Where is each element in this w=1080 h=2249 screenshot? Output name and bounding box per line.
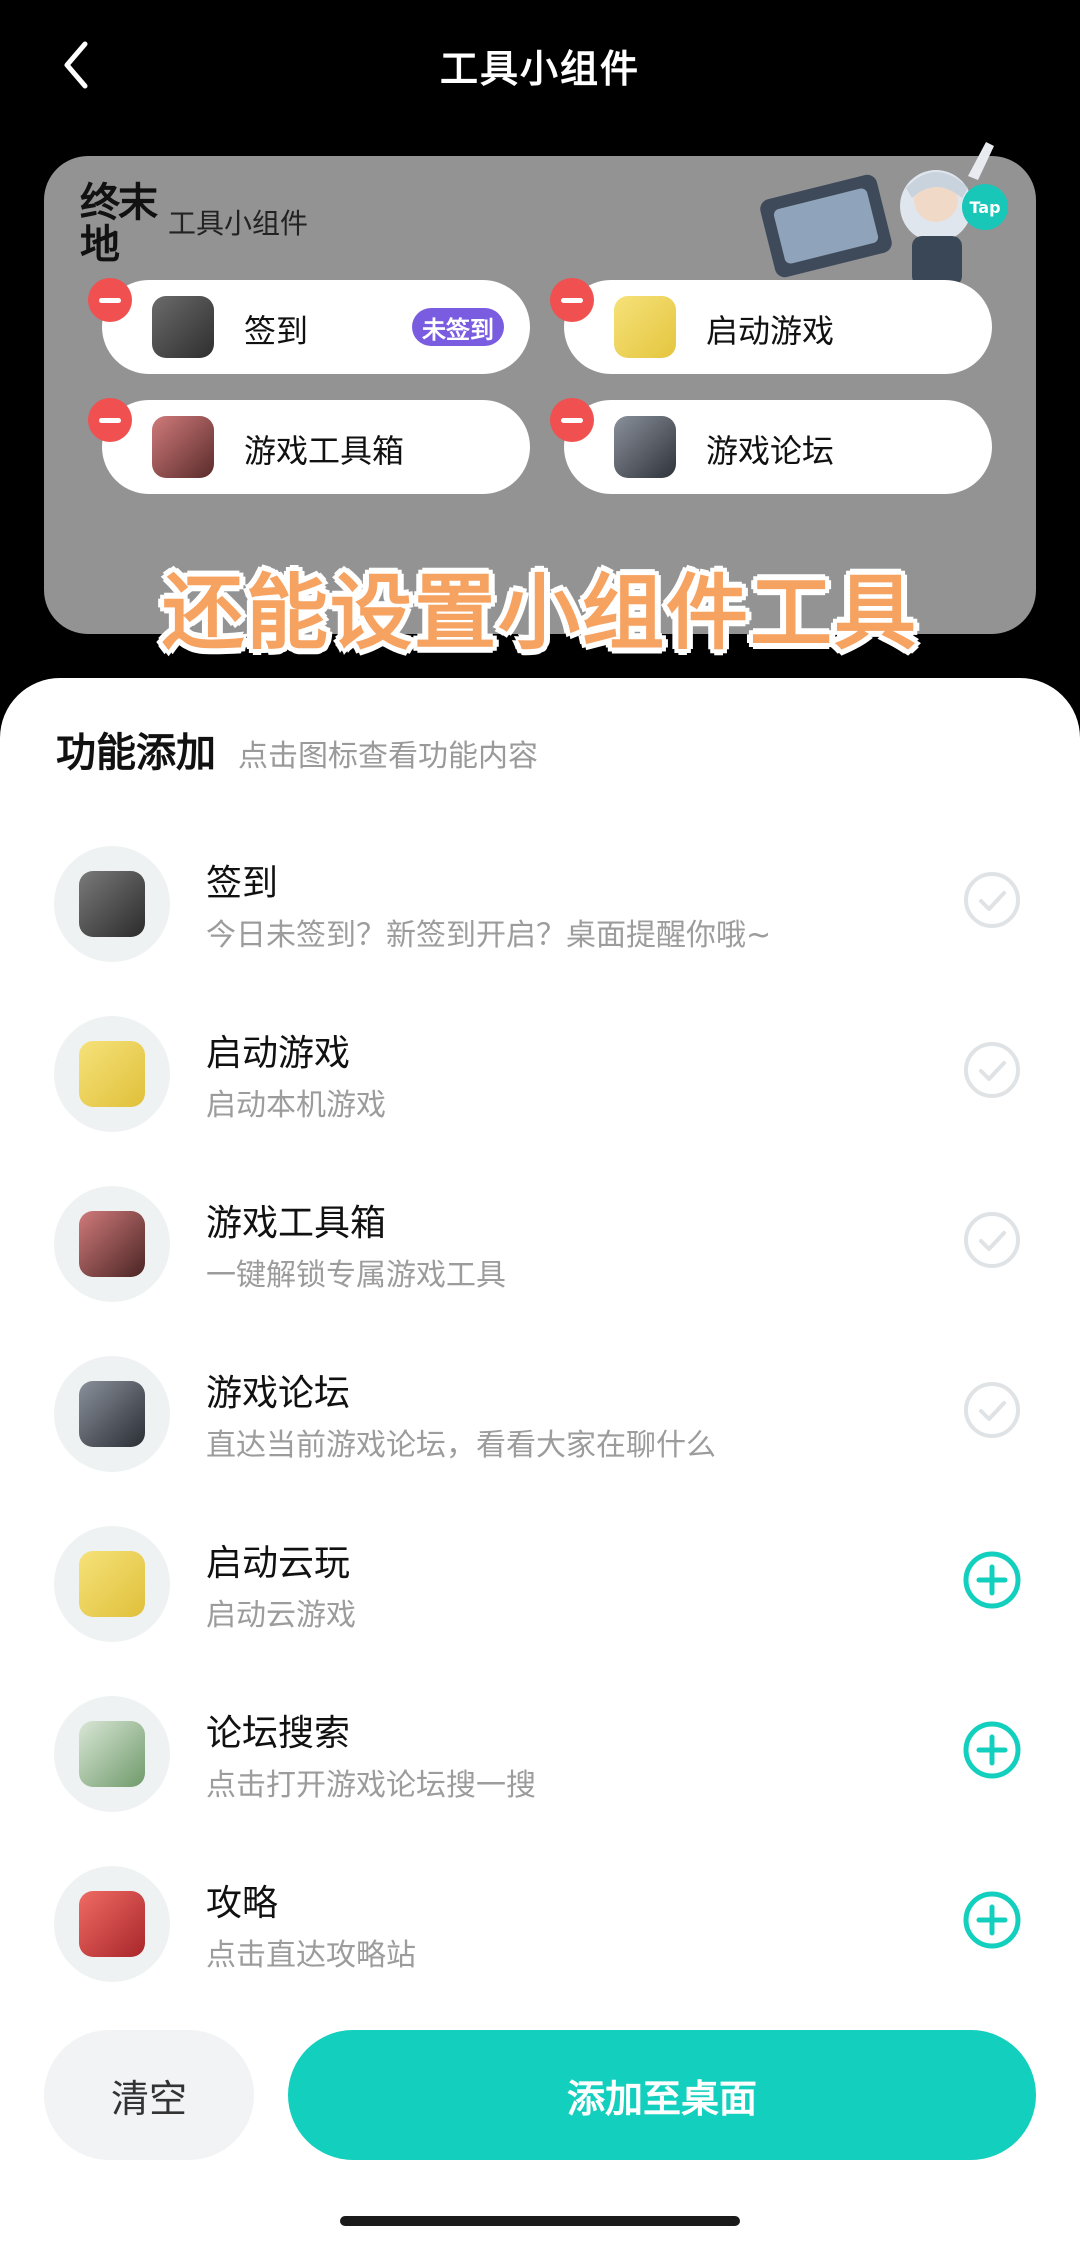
top-bar: 工具小组件 bbox=[0, 0, 1080, 130]
check-circle-icon bbox=[964, 872, 1020, 928]
promo-caption: 还能设置小组件工具 bbox=[161, 565, 918, 661]
avatar bbox=[152, 296, 214, 358]
home-indicator[interactable] bbox=[340, 2216, 740, 2226]
check-circle-icon bbox=[964, 1042, 1020, 1098]
feature-row-checkin[interactable]: 签到 今日未签到？新签到开启？桌面提醒你哦~ bbox=[0, 808, 1080, 978]
check-circle-icon bbox=[964, 1382, 1020, 1438]
add-circle-icon[interactable] bbox=[962, 1550, 1022, 1610]
avatar bbox=[614, 296, 676, 358]
feature-icon[interactable] bbox=[54, 1186, 170, 1302]
feature-row-forum-search[interactable]: 论坛搜索 点击打开游戏论坛搜一搜 bbox=[0, 1658, 1080, 1828]
widget-pill-toolbox[interactable]: 游戏工具箱 bbox=[88, 398, 530, 494]
feature-icon[interactable] bbox=[54, 1016, 170, 1132]
feature-sheet: 功能添加 点击图标查看功能内容 签到 今日未签到？新签到开启？桌面提醒你哦~ 启… bbox=[0, 678, 1080, 2249]
back-button[interactable] bbox=[46, 30, 106, 100]
remove-icon[interactable] bbox=[88, 398, 132, 442]
avatar bbox=[614, 416, 676, 478]
feature-icon[interactable] bbox=[54, 1866, 170, 1982]
widget-pill-forum[interactable]: 游戏论坛 bbox=[550, 398, 992, 494]
remove-icon[interactable] bbox=[88, 278, 132, 322]
section-header: 功能添加 点击图标查看功能内容 bbox=[56, 720, 538, 778]
feature-icon[interactable] bbox=[54, 846, 170, 962]
feature-row-launch-game[interactable]: 启动游戏 启动本机游戏 bbox=[0, 978, 1080, 1148]
avatar bbox=[152, 416, 214, 478]
check-circle-icon bbox=[964, 1212, 1020, 1268]
feature-icon[interactable] bbox=[54, 1526, 170, 1642]
add-to-desktop-button[interactable]: 添加至桌面 bbox=[288, 2030, 1036, 2160]
clear-button[interactable]: 清空 bbox=[44, 2030, 254, 2160]
add-circle-icon[interactable] bbox=[962, 1890, 1022, 1950]
remove-icon[interactable] bbox=[550, 278, 594, 322]
feature-row-toolbox[interactable]: 游戏工具箱 一键解锁专属游戏工具 bbox=[0, 1148, 1080, 1318]
page-title: 工具小组件 bbox=[439, 46, 640, 91]
section-hint: 点击图标查看功能内容 bbox=[238, 739, 538, 774]
taptap-badge: Tap bbox=[962, 184, 1008, 230]
widget-title: 工具小组件 bbox=[168, 207, 309, 240]
feature-row-guide[interactable]: 攻略 点击直达攻略站 bbox=[0, 1828, 1080, 1998]
widget-pill-launch-game[interactable]: 启动游戏 bbox=[550, 278, 992, 374]
widget-pill-checkin[interactable]: 签到 未签到 bbox=[88, 278, 530, 374]
add-circle-icon[interactable] bbox=[962, 1720, 1022, 1780]
section-title: 功能添加 bbox=[56, 730, 216, 776]
feature-icon[interactable] bbox=[54, 1356, 170, 1472]
status-badge: 未签到 bbox=[412, 308, 504, 346]
feature-row-cloud-play[interactable]: 启动云玩 启动云游戏 bbox=[0, 1488, 1080, 1658]
chevron-left-icon bbox=[64, 41, 88, 89]
feature-icon[interactable] bbox=[54, 1696, 170, 1812]
remove-icon[interactable] bbox=[550, 398, 594, 442]
feature-row-forum[interactable]: 游戏论坛 直达当前游戏论坛，看看大家在聊什么 bbox=[0, 1318, 1080, 1488]
